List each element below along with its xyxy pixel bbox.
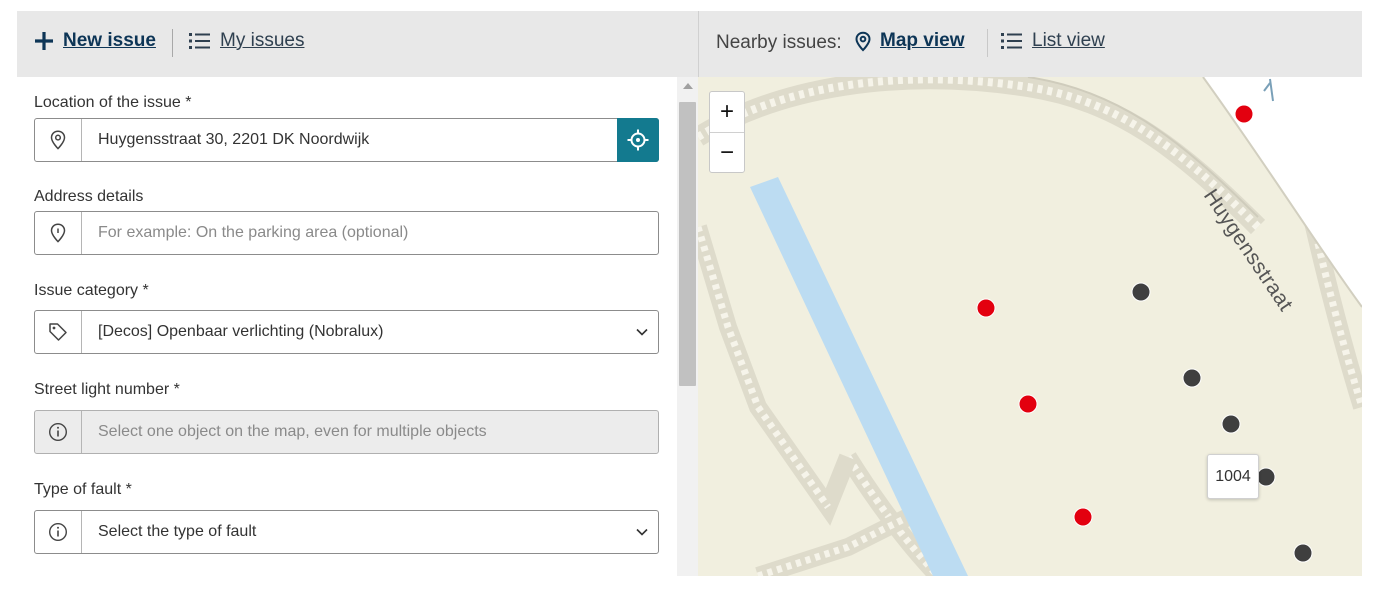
new-issue-label: New issue	[63, 30, 156, 51]
location-pin-icon	[35, 119, 82, 161]
object-marker	[1131, 282, 1151, 302]
map-view-tab[interactable]: Map view	[855, 30, 964, 52]
locate-me-button[interactable]	[617, 118, 659, 162]
issue-category-value: [Decos] Openbaar verlichting (Nobralux)	[98, 323, 384, 340]
location-label: Location of the issue *	[34, 94, 192, 111]
map-canvas[interactable]: Huygensstraat 1004 + −	[698, 77, 1362, 576]
left-header: New issue My issues	[17, 11, 698, 77]
header-divider	[172, 29, 173, 57]
chevron-down-icon	[626, 328, 658, 336]
issue-category-label: Issue category *	[34, 282, 149, 299]
info-icon	[35, 411, 82, 453]
crosshair-icon	[627, 129, 649, 151]
issue-form: Location of the issue * Huygensstraat 30…	[17, 77, 677, 576]
my-issues-label: My issues	[220, 30, 305, 51]
list-view-tab[interactable]: List view	[1001, 30, 1105, 52]
left-pane: New issue My issues Location of the issu…	[17, 11, 698, 576]
list-icon	[1001, 32, 1023, 50]
zoom-control: + −	[709, 91, 745, 173]
fault-type-select[interactable]: Select the type of fault	[34, 510, 659, 554]
header-divider	[987, 29, 988, 57]
fault-type-value: Select the type of fault	[98, 523, 257, 540]
zoom-in-button[interactable]: +	[710, 92, 744, 133]
issue-category-select[interactable]: [Decos] Openbaar verlichting (Nobralux)	[34, 310, 659, 354]
map-view-label: Map view	[880, 30, 965, 51]
address-details-input[interactable]: For example: On the parking area (option…	[82, 224, 658, 242]
location-outline-icon	[35, 212, 82, 254]
scroll-up-arrow-icon[interactable]	[683, 83, 693, 89]
my-issues-link[interactable]: My issues	[189, 30, 304, 52]
object-marker	[1293, 543, 1313, 563]
plus-icon	[34, 31, 54, 51]
new-issue-link[interactable]: New issue	[34, 30, 156, 52]
map-markers	[976, 104, 1313, 563]
address-details-field[interactable]: For example: On the parking area (option…	[34, 211, 659, 255]
street-light-input[interactable]: Select one object on the map, even for m…	[82, 423, 658, 441]
app: New issue My issues Location of the issu…	[17, 11, 1362, 576]
fault-type-label: Type of fault *	[34, 481, 132, 498]
scrollbar-thumb[interactable]	[679, 102, 696, 386]
chevron-down-icon	[626, 528, 658, 536]
location-field[interactable]: Huygensstraat 30, 2201 DK Noordwijk	[34, 118, 659, 162]
zoom-out-button[interactable]: −	[710, 133, 744, 173]
issue-marker	[1073, 507, 1093, 527]
object-marker	[1221, 414, 1241, 434]
object-marker	[1256, 467, 1276, 487]
object-marker	[1182, 368, 1202, 388]
issue-marker	[976, 298, 996, 318]
right-pane: Nearby issues: Map view List view Huygen…	[698, 11, 1362, 576]
form-scrollbar[interactable]	[677, 77, 698, 576]
street-light-label: Street light number *	[34, 381, 180, 398]
address-details-label: Address details	[34, 188, 144, 205]
list-icon	[189, 32, 211, 50]
right-header: Nearby issues: Map view List view	[698, 11, 1362, 77]
issue-marker	[1234, 104, 1254, 124]
street-light-field[interactable]: Select one object on the map, even for m…	[34, 410, 659, 454]
info-icon	[35, 511, 82, 553]
issue-marker	[1018, 394, 1038, 414]
map-pin-icon	[855, 31, 871, 52]
tag-icon	[35, 311, 82, 353]
object-tooltip: 1004	[1207, 454, 1259, 499]
nearby-issues-label: Nearby issues:	[716, 32, 842, 53]
location-input[interactable]: Huygensstraat 30, 2201 DK Noordwijk	[82, 131, 658, 149]
list-view-label: List view	[1032, 30, 1105, 51]
